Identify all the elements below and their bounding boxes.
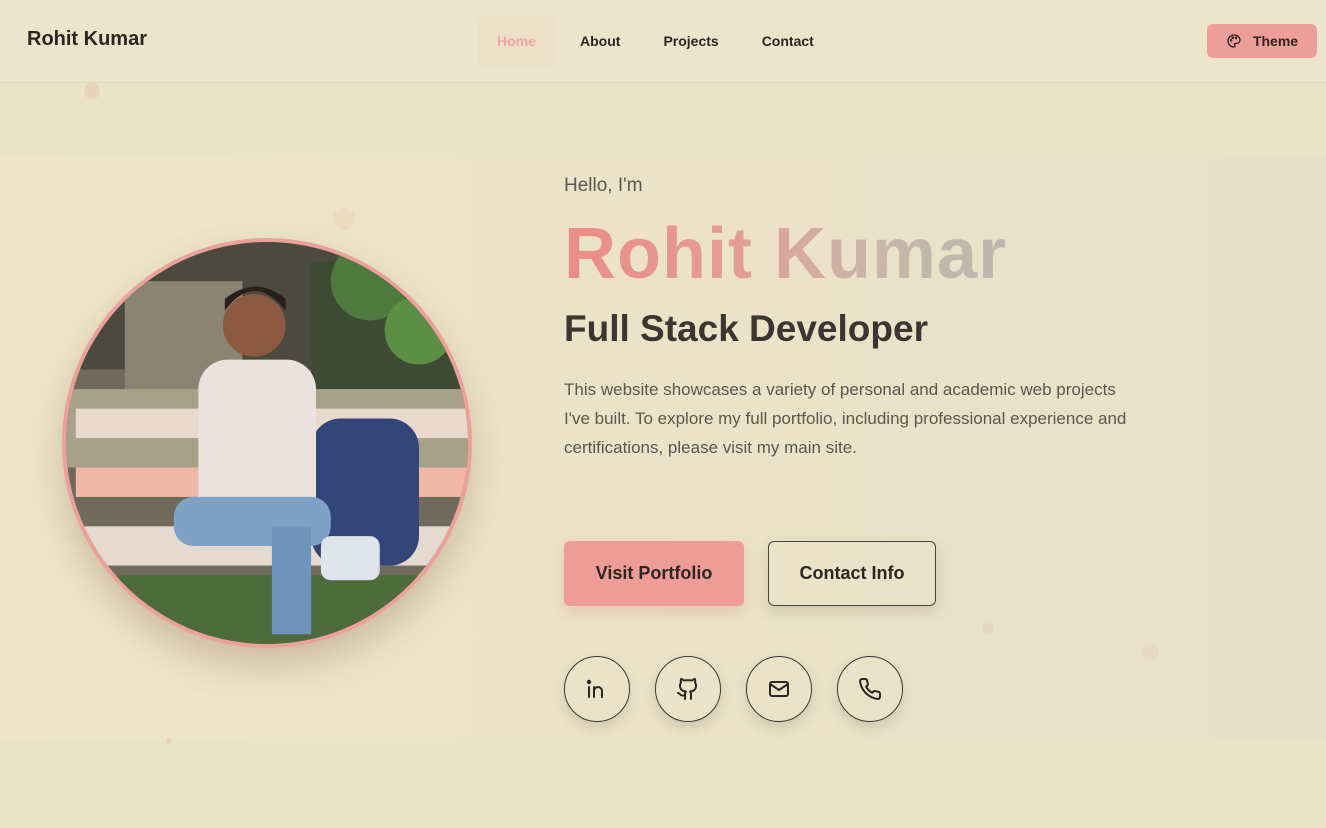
phone-icon — [859, 677, 882, 700]
phone-link[interactable] — [837, 656, 903, 722]
visit-portfolio-button[interactable]: Visit Portfolio — [564, 541, 744, 606]
social-links — [564, 656, 903, 722]
top-navbar: Rohit Kumar Home About Projects Contact … — [0, 0, 1326, 83]
nav-link-home[interactable]: Home — [478, 16, 555, 66]
decor-dot — [982, 623, 994, 635]
nav-link-projects[interactable]: Projects — [645, 16, 736, 66]
linkedin-icon — [586, 679, 603, 698]
decor-dot — [84, 83, 100, 99]
hero-name: Rohit Kumar — [564, 214, 1007, 294]
decor-dot — [333, 208, 355, 230]
nav-links: Home About Projects Contact — [478, 16, 839, 66]
linkedin-link[interactable] — [564, 656, 630, 722]
hero-greeting: Hello, I'm — [564, 175, 643, 196]
github-link[interactable] — [655, 656, 721, 722]
github-icon — [677, 678, 698, 700]
profile-photo — [62, 238, 472, 648]
decor-dot — [166, 738, 172, 744]
email-link[interactable] — [746, 656, 812, 722]
hero-bio: This website showcases a variety of pers… — [564, 380, 1127, 457]
theme-button-label: Theme — [1252, 33, 1299, 49]
palette-icon — [1227, 34, 1241, 48]
theme-button[interactable]: Theme — [1207, 24, 1317, 58]
mail-icon — [769, 681, 789, 697]
nav-link-about[interactable]: About — [562, 16, 638, 66]
brand-logo-text[interactable]: Rohit Kumar — [27, 28, 147, 51]
profile-photo-illustration — [66, 242, 468, 644]
decor-dot — [1141, 643, 1159, 661]
contact-info-button[interactable]: Contact Info — [768, 541, 936, 606]
nav-link-contact[interactable]: Contact — [744, 16, 832, 66]
hero-role: Full Stack Developer — [564, 308, 928, 349]
